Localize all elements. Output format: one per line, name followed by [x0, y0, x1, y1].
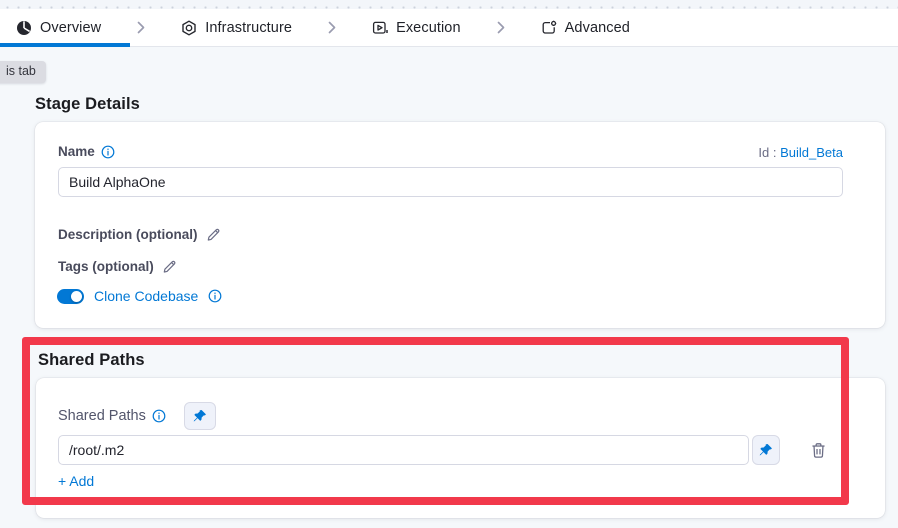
pin-button[interactable]	[752, 435, 780, 465]
stage-id-value: Build_Beta	[780, 145, 843, 160]
name-label-row: Name	[58, 144, 115, 159]
chevron-right-icon	[328, 21, 336, 34]
stage-id-label: Id :	[758, 145, 776, 160]
shared-paths-label: Shared Paths	[58, 408, 146, 424]
stage-overview-panel: Overview Infrastructure	[0, 0, 898, 528]
description-label: Description (optional)	[58, 227, 198, 242]
tab-overview-label: Overview	[40, 20, 101, 36]
stage-name-input[interactable]	[58, 167, 843, 197]
tab-advanced[interactable]: Advanced	[541, 20, 630, 36]
pin-icon	[759, 443, 773, 457]
shared-paths-card: Shared Paths	[36, 378, 885, 518]
infrastructure-icon	[181, 20, 197, 36]
stage-details-heading: Stage Details	[35, 95, 140, 114]
add-shared-path-button[interactable]: + Add	[58, 473, 94, 489]
info-icon[interactable]	[208, 289, 222, 303]
description-row: Description (optional)	[58, 227, 221, 242]
chevron-right-icon	[137, 21, 145, 34]
tab-execution-label: Execution	[396, 20, 461, 36]
tab-advanced-label: Advanced	[565, 20, 630, 36]
tab-execution[interactable]: Execution	[372, 20, 461, 36]
shared-paths-heading: Shared Paths	[38, 351, 145, 370]
pipeline-canvas-strip	[0, 0, 898, 9]
info-icon[interactable]	[101, 145, 115, 159]
chevron-right-icon	[497, 21, 505, 34]
advanced-icon	[541, 20, 557, 36]
pin-icon	[193, 409, 207, 423]
pencil-icon[interactable]	[162, 259, 177, 274]
tags-label: Tags (optional)	[58, 259, 154, 274]
shared-path-input[interactable]	[58, 435, 749, 465]
trash-icon[interactable]	[810, 442, 827, 459]
stage-tab-bar: Overview Infrastructure	[0, 9, 898, 47]
shared-paths-label-row: Shared Paths	[58, 402, 216, 430]
execution-icon	[372, 20, 388, 36]
stage-details-card: Name Id : Build_Beta Description (option…	[35, 122, 885, 328]
tab-overview[interactable]: Overview	[16, 20, 101, 36]
clone-codebase-row: Clone Codebase	[57, 288, 222, 304]
clone-codebase-toggle[interactable]	[57, 289, 84, 304]
active-tab-underline	[0, 43, 130, 47]
tab-infrastructure-label: Infrastructure	[205, 20, 292, 36]
tab-infrastructure[interactable]: Infrastructure	[181, 20, 292, 36]
pin-button[interactable]	[184, 402, 216, 430]
pencil-icon[interactable]	[206, 227, 221, 242]
overview-icon	[16, 20, 32, 36]
stage-id: Id : Build_Beta	[758, 145, 843, 160]
tooltip-fragment: is tab	[0, 61, 46, 83]
tags-row: Tags (optional)	[58, 259, 177, 274]
clone-codebase-label: Clone Codebase	[94, 288, 198, 304]
name-label: Name	[58, 144, 95, 159]
info-icon[interactable]	[152, 409, 166, 423]
shared-path-row	[58, 435, 827, 465]
